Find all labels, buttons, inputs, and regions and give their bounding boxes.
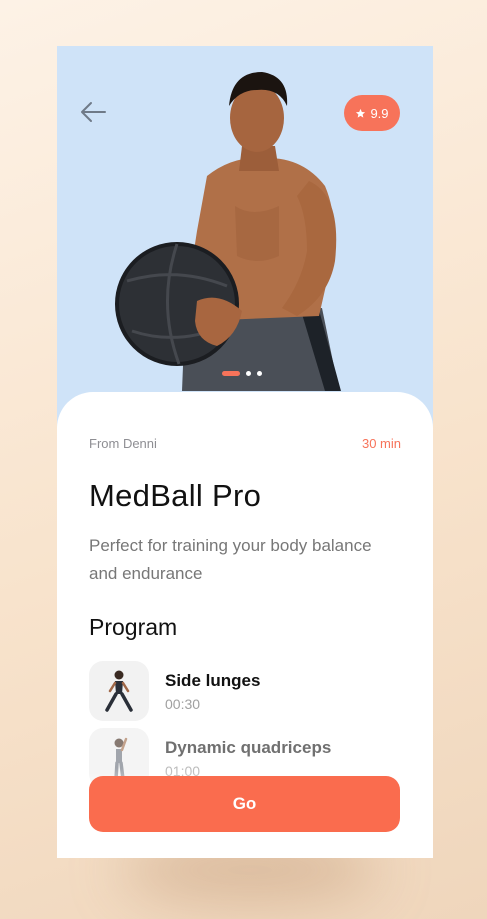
author-label: From Denni [89, 436, 157, 451]
phone-screen: 9.9 From Denni 30 min MedBall Pro Perfec… [57, 46, 433, 858]
exercise-text: Side lunges 00:30 [165, 671, 260, 712]
carousel-dot-active[interactable] [222, 371, 240, 376]
meta-row: From Denni 30 min [89, 436, 401, 451]
program-heading: Program [89, 614, 178, 640]
carousel-indicator [222, 371, 262, 376]
rating-value: 9.9 [370, 105, 389, 121]
rating-badge: 9.9 [344, 95, 400, 131]
star-icon [356, 108, 366, 118]
exercise-name: Side lunges [165, 670, 261, 690]
back-button[interactable] [77, 98, 109, 126]
exercise-thumbnail-icon [89, 661, 149, 721]
details-sheet: From Denni 30 min MedBall Pro Perfect fo… [57, 392, 433, 858]
exercise-item[interactable]: Side lunges 00:30 [89, 661, 389, 721]
hero-section: 9.9 [57, 46, 433, 406]
exercise-time: 00:30 [165, 695, 201, 712]
carousel-dot[interactable] [246, 371, 251, 376]
duration-label: 30 min [361, 436, 401, 451]
carousel-dot[interactable] [257, 371, 262, 376]
workout-description: Perfect for training your body balance a… [89, 536, 372, 583]
arrow-left-icon [81, 102, 106, 122]
go-button[interactable]: Go [89, 776, 400, 832]
exercise-name: Dynamic quadriceps [165, 737, 332, 757]
workout-title: MedBall Pro [89, 478, 262, 513]
